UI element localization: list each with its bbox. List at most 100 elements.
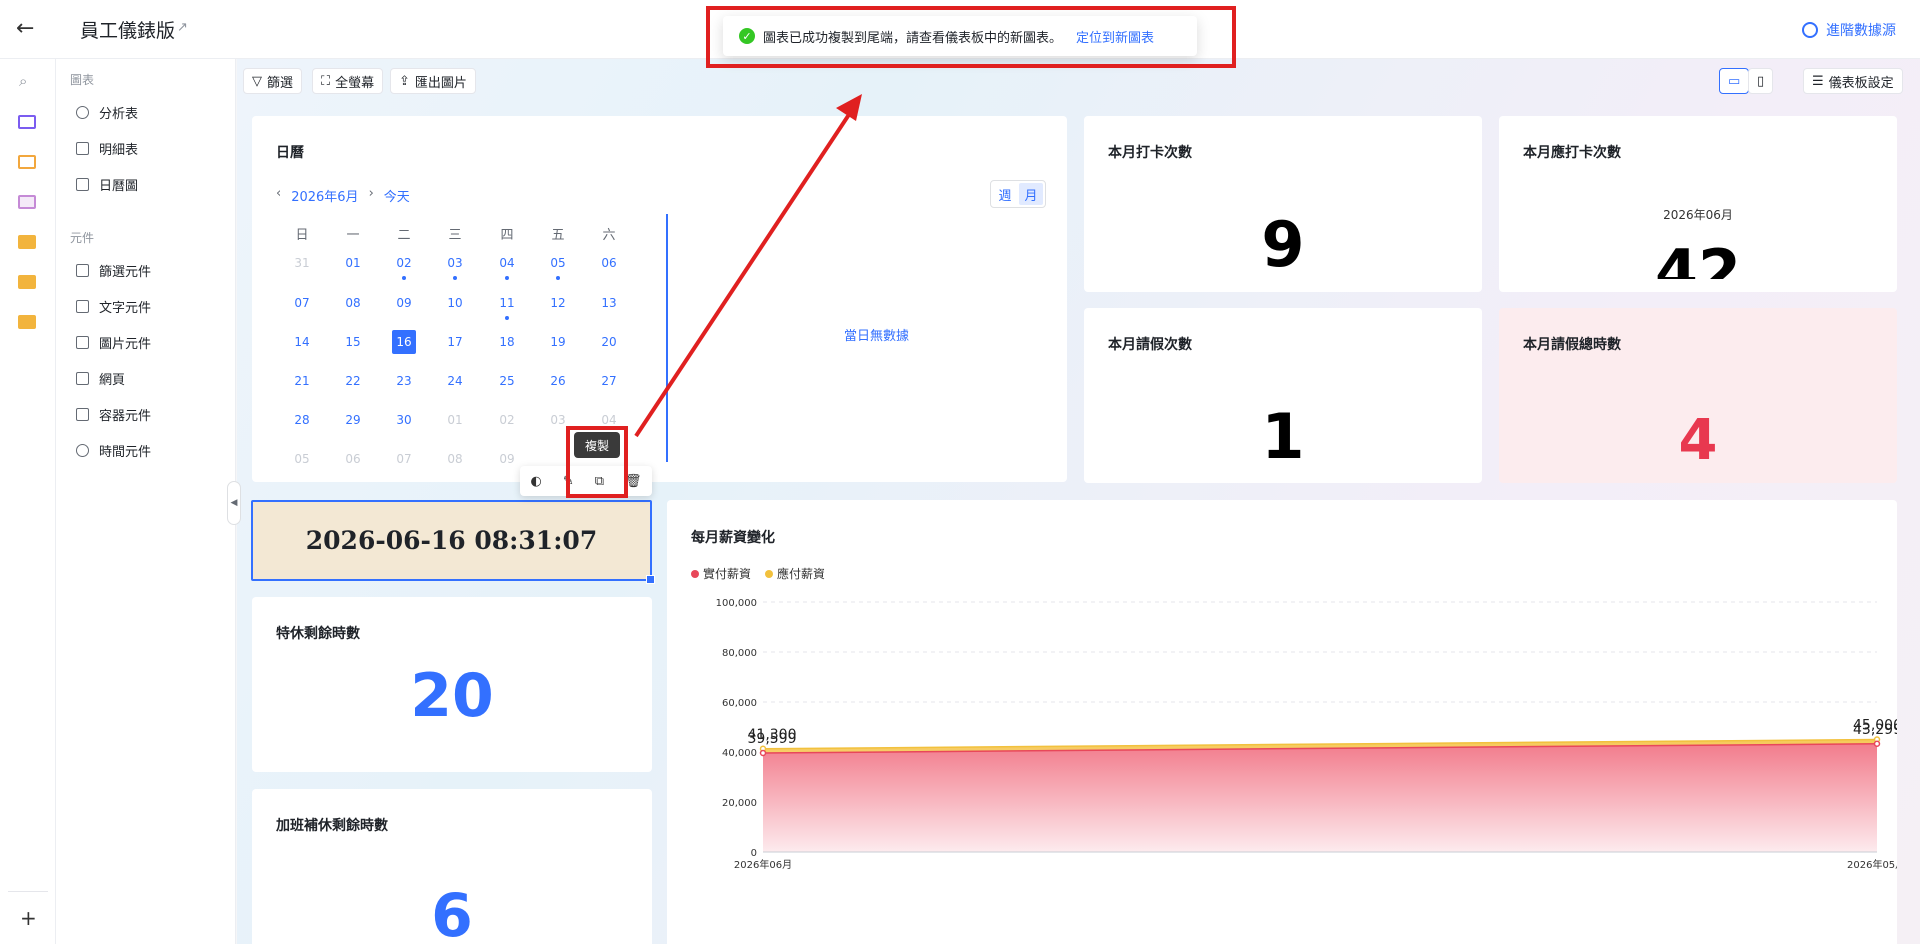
dashboard-active-icon[interactable]: [18, 195, 36, 209]
calendar-day[interactable]: 19: [546, 335, 570, 349]
dashboard-icon[interactable]: [18, 155, 36, 169]
mobile-view-button[interactable]: ▯: [1748, 68, 1774, 94]
panel-item-analysis[interactable]: 分析表: [76, 103, 138, 122]
calendar-day[interactable]: 27: [597, 374, 621, 388]
style-palette-icon[interactable]: ◐: [530, 474, 541, 489]
panel-item-detail-table[interactable]: 明細表: [76, 139, 138, 158]
fullscreen-button[interactable]: ⛶ 全螢幕: [312, 68, 384, 94]
calendar-day[interactable]: 24: [443, 374, 467, 388]
panel-item-webpage[interactable]: 網頁: [76, 369, 125, 388]
calendar-day[interactable]: 03: [443, 256, 467, 270]
calendar-day[interactable]: 01: [443, 413, 467, 427]
calendar-day[interactable]: 04: [597, 413, 621, 427]
export-image-button[interactable]: ⇪ 匯出圖片: [390, 68, 476, 94]
x-tick-label: 2026年05月: [1847, 858, 1897, 871]
external-link-icon[interactable]: ↗: [177, 20, 188, 35]
calendar-day[interactable]: 09: [495, 452, 519, 466]
panel-item-time[interactable]: 時間元件: [76, 441, 151, 460]
calendar-day[interactable]: 02: [392, 256, 416, 270]
kpi-title: 本月應打卡次數: [1523, 145, 1621, 161]
calendar-day[interactable]: 21: [290, 374, 314, 388]
series-area-paid: [763, 743, 1877, 852]
folder-icon[interactable]: [18, 275, 36, 289]
calendar-day[interactable]: 28: [290, 413, 314, 427]
calendar-day[interactable]: 14: [290, 335, 314, 349]
container-icon: [76, 408, 89, 421]
calendar-day[interactable]: 04: [495, 256, 519, 270]
calendar-day[interactable]: 25: [495, 374, 519, 388]
week-view-button[interactable]: 週: [993, 183, 1017, 205]
calendar-day[interactable]: 18: [495, 335, 519, 349]
panel-item-filter[interactable]: 篩選元件: [76, 261, 151, 280]
clock-widget[interactable]: 2026-06-16 08:31:07: [251, 500, 652, 581]
calendar-day[interactable]: 01: [341, 256, 365, 270]
calendar-day[interactable]: 09: [392, 296, 416, 310]
calendar-day[interactable]: 03: [546, 413, 570, 427]
dashboard-settings-button[interactable]: ☰ 儀表板設定: [1803, 68, 1903, 94]
event-dot: [556, 276, 560, 280]
kpi-card-leave-hours: 本月請假總時數 4: [1499, 308, 1897, 483]
calendar-day[interactable]: 23: [392, 374, 416, 388]
folder-icon[interactable]: [18, 235, 36, 249]
collapse-panel-icon[interactable]: ◀: [227, 481, 241, 525]
data-label: 39,599: [748, 731, 797, 747]
calendar-day[interactable]: 26: [546, 374, 570, 388]
panel-item-text[interactable]: 文字元件: [76, 297, 151, 316]
table-icon[interactable]: [18, 115, 36, 129]
calendar-day[interactable]: 07: [290, 296, 314, 310]
data-label: 43,299: [1853, 722, 1897, 738]
calendar-day[interactable]: 30: [392, 413, 416, 427]
weekday-header: 二: [397, 228, 411, 243]
calendar-day[interactable]: 15: [341, 335, 365, 349]
calendar-day[interactable]: 11: [495, 296, 519, 310]
calendar-day[interactable]: 06: [341, 452, 365, 466]
kpi-card-leave-count: 本月請假次數 1: [1084, 308, 1482, 483]
desktop-view-button[interactable]: ▭: [1719, 68, 1750, 94]
today-link[interactable]: 今天: [384, 186, 410, 205]
panel-item-label: 圖片元件: [99, 337, 152, 352]
calendar-day[interactable]: 07: [392, 452, 416, 466]
left-rail: ⌕ +: [0, 59, 56, 944]
prev-month-icon[interactable]: ‹: [276, 186, 281, 205]
calendar-day[interactable]: 13: [597, 296, 621, 310]
x-tick-label: 2026年06月: [734, 858, 792, 871]
calendar-day[interactable]: 22: [341, 374, 365, 388]
calendar-day[interactable]: 17: [443, 335, 467, 349]
calendar-day[interactable]: 12: [546, 296, 570, 310]
back-arrow-icon[interactable]: ←: [16, 16, 34, 41]
calendar-day[interactable]: 05: [290, 452, 314, 466]
panel-item-image[interactable]: 圖片元件: [76, 333, 151, 352]
fullscreen-icon: ⛶: [321, 73, 331, 89]
calendar-day[interactable]: 31: [290, 256, 314, 270]
next-month-icon[interactable]: ›: [369, 186, 374, 205]
settings-sliders-icon: ☰: [1812, 73, 1824, 89]
folder-icon[interactable]: [18, 315, 36, 329]
calendar-day[interactable]: 05: [546, 256, 570, 270]
weekday-header: 四: [500, 228, 514, 243]
filter-button[interactable]: ▽ 篩選: [243, 68, 303, 94]
calendar-day[interactable]: 02: [495, 413, 519, 427]
panel-item-label: 分析表: [99, 107, 139, 122]
resize-handle[interactable]: [646, 575, 655, 584]
data-point: [759, 749, 767, 757]
kpi-title: 特休剩餘時數: [276, 626, 360, 642]
calendar-day[interactable]: 08: [443, 452, 467, 466]
search-icon[interactable]: ⌕: [19, 72, 27, 90]
calendar-day[interactable]: 29: [341, 413, 365, 427]
panel-item-label: 時間元件: [99, 445, 152, 460]
panel-item-calendar[interactable]: 日曆圖: [76, 175, 138, 194]
weekday-header: 六: [602, 228, 616, 243]
panel-item-container[interactable]: 容器元件: [76, 405, 151, 424]
calendar-day[interactable]: 16: [392, 330, 416, 354]
advanced-source-button[interactable]: 進階數據源: [1802, 20, 1896, 40]
weekday-header: 日: [295, 228, 309, 243]
month-view-button[interactable]: 月: [1019, 183, 1043, 205]
calendar-day[interactable]: 10: [443, 296, 467, 310]
y-tick-label: 60,000: [722, 698, 757, 709]
add-icon[interactable]: +: [20, 906, 37, 930]
y-tick-label: 20,000: [722, 798, 757, 809]
panel-item-label: 日曆圖: [99, 179, 139, 194]
calendar-day[interactable]: 08: [341, 296, 365, 310]
calendar-day[interactable]: 20: [597, 335, 621, 349]
calendar-day[interactable]: 06: [597, 256, 621, 270]
